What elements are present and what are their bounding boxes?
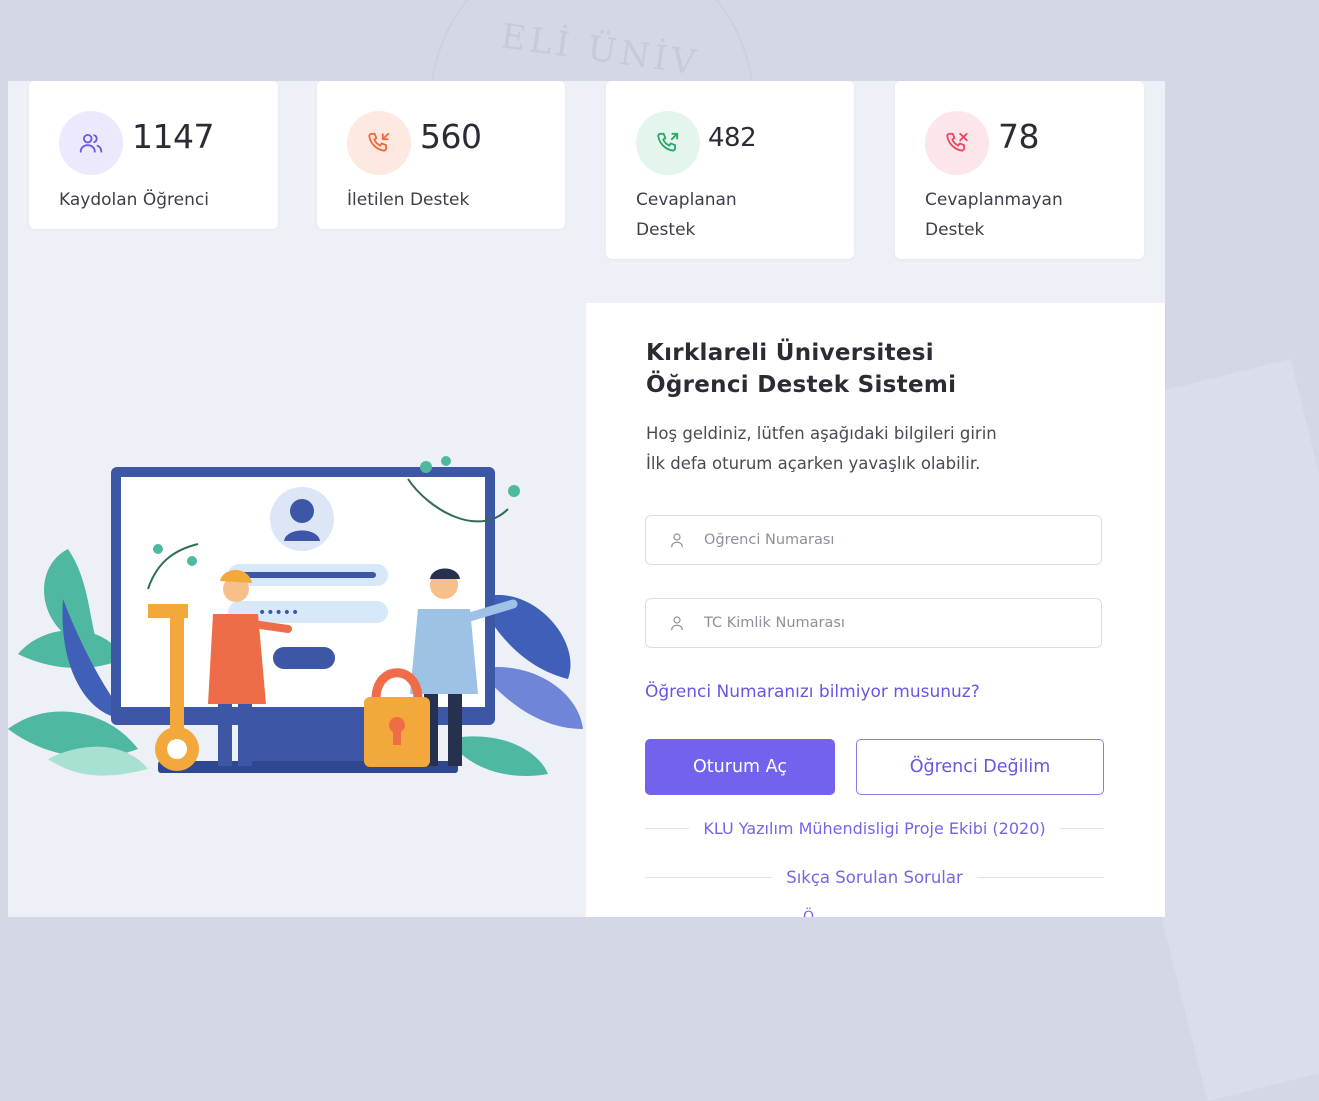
- tc-number-input[interactable]: [702, 614, 1086, 632]
- answered-support-count: 482: [708, 123, 757, 153]
- login-button[interactable]: Oturum Aç: [645, 739, 835, 795]
- stat-card-submitted-support: 560 İletilen Destek: [317, 81, 565, 229]
- login-illustration: •••••: [8, 456, 583, 776]
- answered-support-label: Cevaplanan Destek: [636, 190, 737, 240]
- student-number-input[interactable]: [702, 531, 1086, 549]
- forgot-student-number-link[interactable]: Öğrenci Numaranızı bilmiyor musunuz?: [645, 682, 980, 702]
- page-title: Kırklareli Üniversitesi Öğrenci Destek S…: [646, 337, 1046, 401]
- not-student-button[interactable]: Öğrenci Değilim: [856, 739, 1104, 795]
- divider-line: [645, 828, 690, 829]
- divider-line: [1059, 828, 1104, 829]
- phone-missed-icon: [925, 111, 989, 175]
- submitted-support-count: 560: [420, 117, 482, 156]
- stat-card-unanswered-support: 78 Cevaplanmayan Destek: [895, 81, 1144, 259]
- unanswered-support-label: Cevaplanmayan Destek: [925, 190, 1063, 240]
- user-icon: [668, 614, 686, 632]
- registered-students-label: Kaydolan Öğrenci: [59, 190, 209, 210]
- phone-outgoing-icon: [636, 111, 700, 175]
- faq-row: Sıkça Sorulan Sorular: [645, 868, 1105, 887]
- main-panel: 1147 Kaydolan Öğrenci 560 İletilen Deste…: [8, 81, 1165, 917]
- phone-incoming-icon: [347, 111, 411, 175]
- credit-row: KLU Yazılım Mühendisligi Proje Ekibi (20…: [645, 819, 1104, 838]
- registered-students-count: 1147: [132, 117, 214, 156]
- login-card: Kırklareli Üniversitesi Öğrenci Destek S…: [586, 303, 1165, 917]
- title-line-system: Öğrenci Destek Sistemi: [646, 372, 957, 398]
- tc-number-field[interactable]: [645, 598, 1102, 648]
- welcome-line-2: İlk defa oturum açarken yavaşlık olabili…: [646, 454, 981, 473]
- stat-card-answered-support: 482 Cevaplanan Destek: [606, 81, 854, 259]
- title-line-university: Kırklareli Üniversitesi: [646, 340, 934, 366]
- faq-link[interactable]: Sıkça Sorulan Sorular: [772, 868, 977, 887]
- project-team-credit: KLU Yazılım Mühendisligi Proje Ekibi (20…: [703, 819, 1046, 838]
- welcome-line-1: Hoş geldiniz, lütfen aşağıdaki bilgileri…: [646, 424, 997, 443]
- divider-line: [976, 877, 1105, 878]
- student-number-field[interactable]: [645, 515, 1102, 565]
- user-icon: [668, 531, 686, 549]
- stat-card-registered-students: 1147 Kaydolan Öğrenci: [29, 81, 278, 229]
- welcome-text: Hoş geldiniz, lütfen aşağıdaki bilgileri…: [646, 419, 1106, 479]
- divider-line: [645, 877, 773, 878]
- submitted-support-label: İletilen Destek: [347, 190, 470, 210]
- unanswered-support-count: 78: [998, 117, 1040, 156]
- users-icon: [59, 111, 123, 175]
- footer-partial-text: Ö: [803, 909, 815, 917]
- svg-text:•••••: •••••: [258, 605, 299, 621]
